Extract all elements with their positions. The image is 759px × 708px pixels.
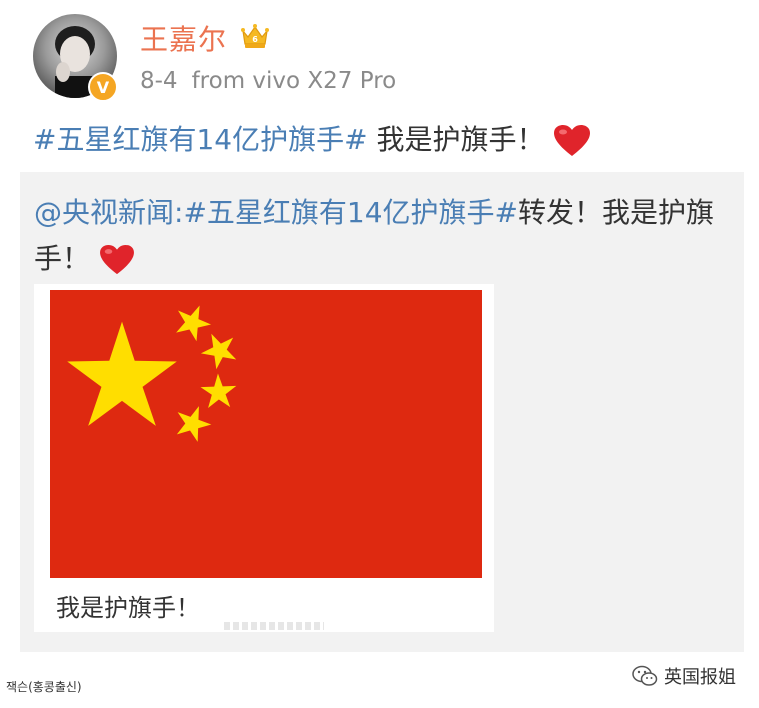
footer-source: 英国报姐 <box>632 663 736 689</box>
repost-image[interactable]: 我是护旗手！ <box>34 284 494 632</box>
username[interactable]: 王嘉尔 <box>140 18 227 58</box>
wechat-icon <box>632 665 658 686</box>
heart-icon <box>554 125 591 156</box>
repost-card[interactable]: @央视新闻:#五星红旗有14亿护旗手#转发！我是护旗手！ 我是护旗手！ <box>20 172 744 652</box>
footer-credit: 잭슨(홍콩출신) <box>6 680 82 694</box>
post-meta: 8-4 from vivo X27 Pro <box>140 68 396 94</box>
from-label: from <box>191 68 246 94</box>
footer-source-name: 英国报姐 <box>664 667 736 688</box>
verified-badge-icon: V <box>88 72 118 102</box>
repost-text: @央视新闻:#五星红旗有14亿护旗手#转发！我是护旗手！ <box>34 190 734 282</box>
heart-icon <box>99 244 134 275</box>
repost-user[interactable]: @央视新闻: <box>34 196 183 229</box>
post-text: #五星红旗有14亿护旗手# 我是护旗手！ <box>33 118 591 158</box>
device-name[interactable]: vivo X27 Pro <box>252 68 396 94</box>
image-watermark <box>224 622 324 630</box>
crown-icon: 6 <box>241 24 269 48</box>
image-caption: 我是护旗手！ <box>56 594 200 622</box>
svg-text:6: 6 <box>252 35 258 44</box>
post-date: 8-4 <box>140 68 178 94</box>
repost-hashtag[interactable]: #五星红旗有14亿护旗手# <box>183 196 518 229</box>
china-flag-image <box>50 290 482 578</box>
post-body: 我是护旗手！ <box>367 123 545 156</box>
post-hashtag[interactable]: #五星红旗有14亿护旗手# <box>33 123 368 156</box>
